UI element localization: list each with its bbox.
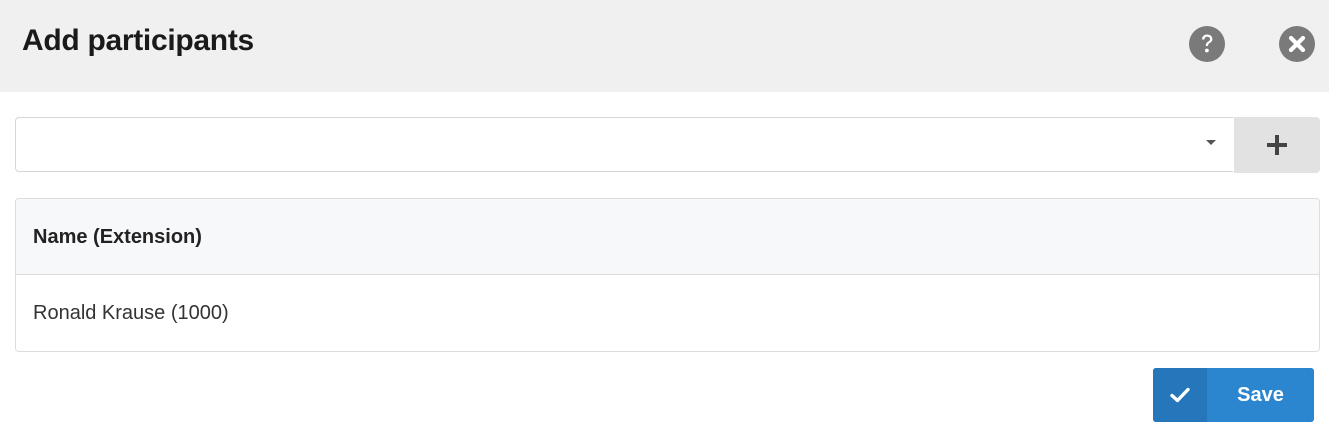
plus-icon — [1267, 135, 1287, 155]
column-header-name-extension[interactable]: Name (Extension) — [33, 226, 202, 249]
dialog-header: Add participants — [0, 0, 1329, 92]
caret-down-icon[interactable] — [1206, 140, 1216, 145]
participants-table: Name (Extension) Ronald Krause (1000) — [15, 198, 1320, 352]
dialog-title: Add participants — [22, 24, 254, 57]
close-icon[interactable] — [1279, 26, 1315, 62]
add-participant-button[interactable] — [1234, 117, 1320, 173]
participant-select[interactable] — [15, 117, 1233, 172]
table-row[interactable]: Ronald Krause (1000) — [16, 275, 1319, 351]
add-participants-dialog: Add participants Name (Extension) Ronald… — [0, 0, 1329, 429]
table-header: Name (Extension) — [16, 199, 1319, 275]
help-icon[interactable] — [1189, 26, 1225, 62]
save-button[interactable]: Save — [1153, 368, 1314, 422]
participant-name-cell: Ronald Krause (1000) — [33, 302, 229, 324]
save-button-label: Save — [1237, 384, 1284, 406]
check-icon — [1153, 368, 1207, 422]
